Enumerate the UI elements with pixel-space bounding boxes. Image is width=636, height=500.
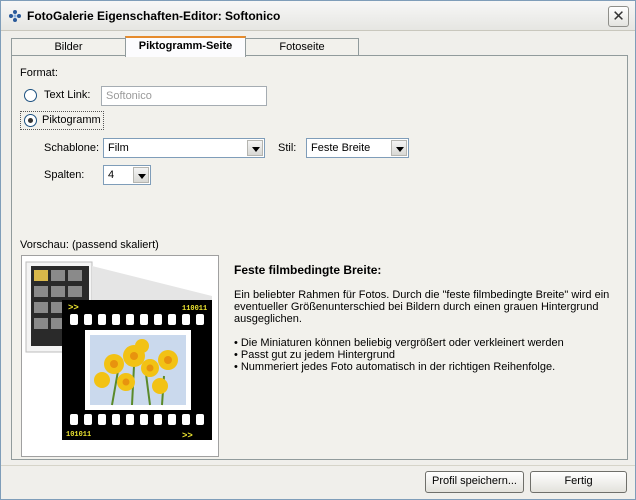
schablone-select[interactable]: Film [103,138,265,158]
title-bar[interactable]: FotoGalerie Eigenschaften-Editor: Softon… [1,1,635,31]
tab-piktogramm-seite[interactable]: Piktogramm-Seite [125,36,246,57]
film-arrows-top: >> [68,303,79,313]
preview-box: >> 110011 101011 >> [21,255,219,457]
spalten-label: Spalten: [44,169,85,181]
preview-label: Vorschau: (passend skaliert) [20,239,159,251]
chevron-down-icon[interactable] [247,140,263,156]
list-item: • Nummeriert jedes Foto automatisch in de… [234,361,556,373]
description-paragraph: Ein beliebter Rahmen für Fotos. Durch di… [234,289,610,325]
tab-panel: Format: Text Link: Softonico Piktogramm … [11,55,628,460]
stil-label: Stil: [278,142,297,154]
description-title: Feste filmbedingte Breite: [234,263,382,277]
text-link-input[interactable]: Softonico [101,86,267,106]
footer-divider [1,465,635,466]
feature-text: Passt gut zu jedem Hintergrund [240,349,395,361]
close-button[interactable]: ✕ [608,6,629,27]
save-profile-button[interactable]: Profil speichern... [425,471,524,493]
film-preview-image: >> 110011 101011 >> [25,261,212,441]
close-icon: ✕ [612,8,625,25]
chevron-down-icon[interactable] [133,167,149,183]
film-code-bottom: 101011 [66,431,91,439]
tab-fotoseite[interactable]: Fotoseite [245,38,359,56]
done-button[interactable]: Fertig [530,471,627,493]
list-item: • Die Miniaturen können beliebig vergröße… [234,337,564,349]
tab-label: Fotoseite [279,41,325,53]
format-label: Format: [20,67,58,79]
text-link-radio[interactable] [24,89,37,102]
text-link-label: Text Link: [44,89,91,101]
feature-text: Die Miniaturen können beliebig vergrößer… [240,337,564,349]
list-item: • Passt gut zu jedem Hintergrund [234,349,395,361]
piktogramm-label: Piktogramm [42,114,101,126]
chevron-down-icon[interactable] [391,140,407,156]
piktogramm-radio[interactable] [24,114,37,127]
stil-select[interactable]: Feste Breite [306,138,409,158]
schablone-value: Film [108,142,129,154]
done-label: Fertig [564,475,593,487]
spalten-value: 4 [108,169,115,181]
tab-label: Piktogramm-Seite [138,40,233,52]
film-arrows-bottom: >> [182,431,193,441]
schablone-label: Schablone: [44,142,100,154]
gallery-app-icon [9,10,21,22]
film-code-top: 110011 [182,305,207,313]
save-profile-label: Profil speichern... [432,475,517,487]
window-title: FotoGalerie Eigenschaften-Editor: Softon… [27,9,281,23]
tab-label: Bilder [54,41,83,53]
editor-window: FotoGalerie Eigenschaften-Editor: Softon… [0,0,636,500]
feature-list: • Die Miniaturen können beliebig vergröße… [234,337,619,373]
tab-bilder[interactable]: Bilder [11,38,126,56]
feature-text: Nummeriert jedes Foto automatisch in der… [240,361,556,373]
stil-value: Feste Breite [311,142,371,154]
tab-strip: Bilder Piktogramm-Seite Fotoseite [11,36,627,57]
spalten-select[interactable]: 4 [103,165,151,185]
template-description: Feste filmbedingte Breite: Ein beliebter… [234,264,619,373]
